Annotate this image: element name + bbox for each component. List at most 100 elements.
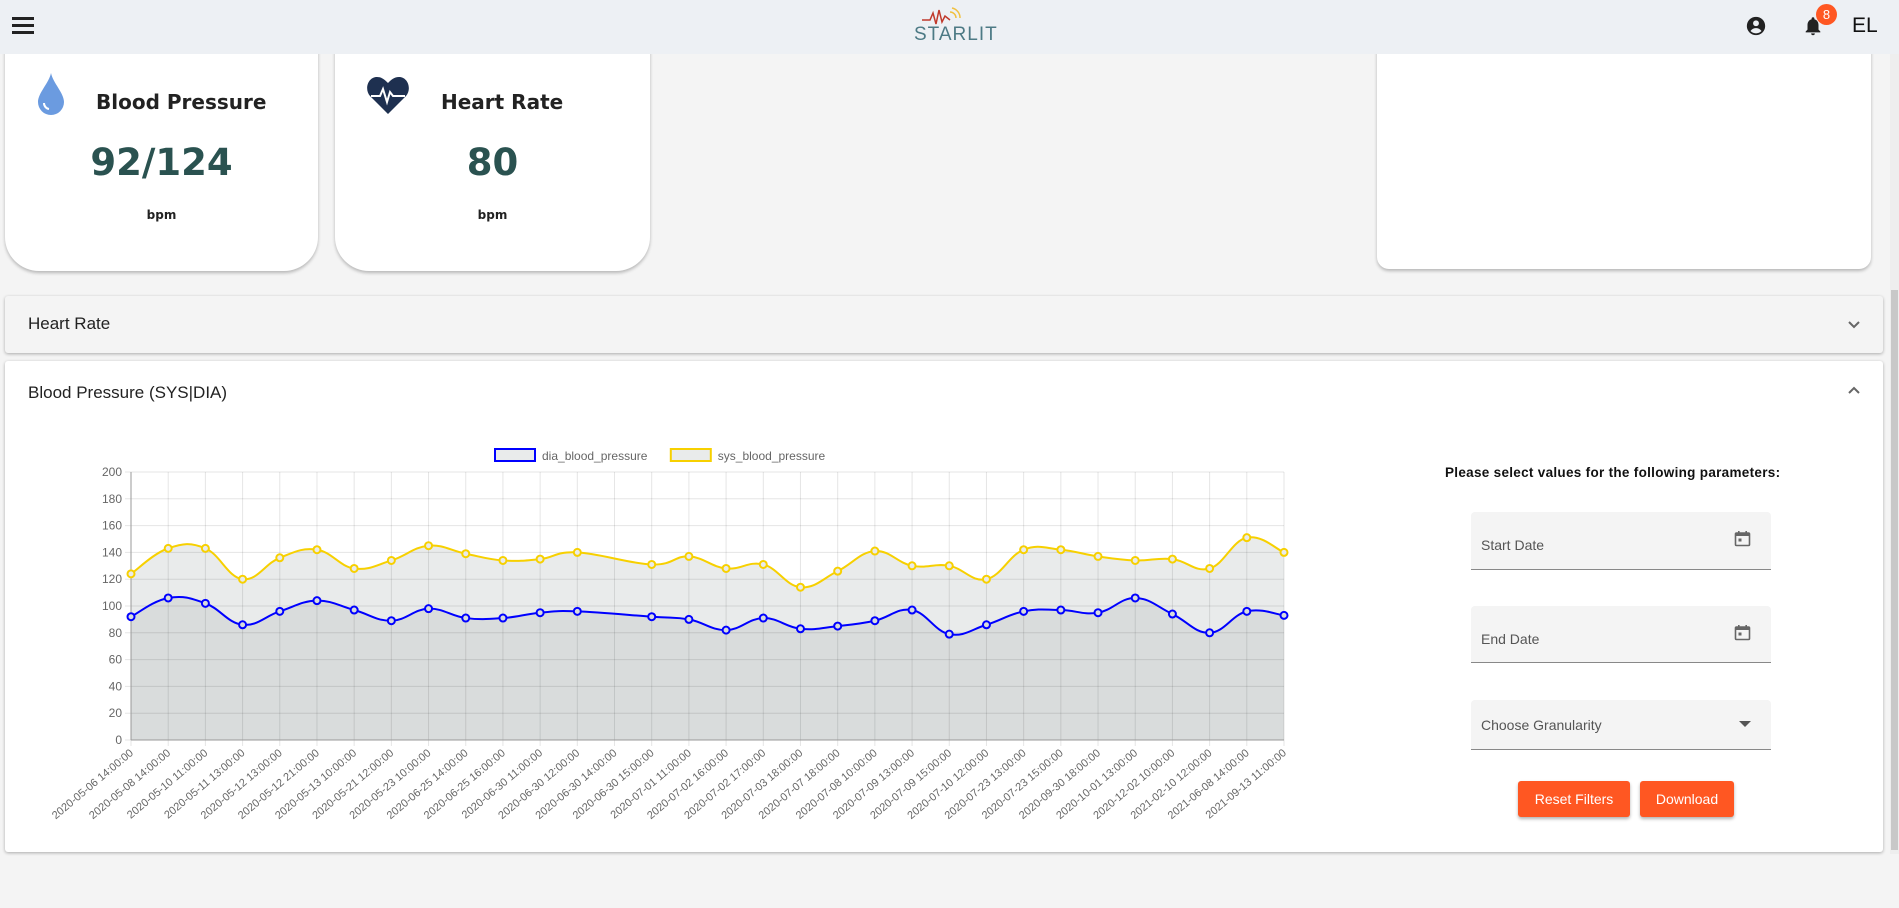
- data-point-dia_blood_pressure: [944, 629, 954, 639]
- data-point-dia_blood_pressure: [1242, 606, 1252, 616]
- data-point-sys_blood_pressure: [126, 569, 136, 579]
- y-tick-label: 120: [102, 572, 122, 586]
- data-point-sys_blood_pressure: [1130, 555, 1140, 565]
- data-point-sys_blood_pressure: [1056, 545, 1066, 555]
- y-tick-label: 0: [115, 733, 122, 747]
- y-tick-label: 100: [102, 599, 122, 613]
- params-title: Please select values for the following p…: [1445, 465, 1781, 480]
- data-point-sys_blood_pressure: [870, 546, 880, 556]
- data-point-sys_blood_pressure: [833, 566, 843, 576]
- data-point-dia_blood_pressure: [572, 606, 582, 616]
- top-app-bar: STARLIT 8 EL: [0, 0, 1899, 54]
- y-tick-label: 140: [102, 545, 122, 559]
- blood-pressure-chart: 0204060801001201401601802002020-05-06 14…: [50, 448, 1289, 822]
- data-point-sys_blood_pressure: [1205, 563, 1215, 573]
- chevron-down-icon[interactable]: [1847, 320, 1861, 330]
- granularity-label: Choose Granularity: [1481, 717, 1602, 733]
- heart-rate-accordion[interactable]: Heart Rate: [5, 296, 1883, 353]
- data-point-sys_blood_pressure: [386, 555, 396, 565]
- data-point-sys_blood_pressure: [572, 547, 582, 557]
- data-point-dia_blood_pressure: [535, 608, 545, 618]
- calendar-icon[interactable]: [1734, 530, 1751, 547]
- water-drop-icon: [38, 73, 64, 115]
- start-date-field[interactable]: Start Date: [1471, 512, 1771, 570]
- data-point-dia_blood_pressure: [870, 616, 880, 626]
- data-point-dia_blood_pressure: [758, 613, 768, 623]
- data-point-dia_blood_pressure: [1093, 608, 1103, 618]
- data-point-dia_blood_pressure: [461, 613, 471, 623]
- heart-rate-card: Heart Rate 80 bpm: [335, 40, 650, 271]
- data-point-sys_blood_pressure: [424, 541, 434, 551]
- empty-card: [1377, 40, 1871, 269]
- data-point-sys_blood_pressure: [721, 563, 731, 573]
- data-point-dia_blood_pressure: [1056, 605, 1066, 615]
- data-point-dia_blood_pressure: [386, 616, 396, 626]
- data-point-sys_blood_pressure: [981, 574, 991, 584]
- data-point-sys_blood_pressure: [200, 543, 210, 553]
- data-point-dia_blood_pressure: [1167, 609, 1177, 619]
- data-point-sys_blood_pressure: [1279, 547, 1289, 557]
- granularity-select[interactable]: Choose Granularity: [1471, 700, 1771, 750]
- user-initials[interactable]: EL: [1852, 14, 1878, 38]
- data-point-sys_blood_pressure: [163, 543, 173, 553]
- data-point-dia_blood_pressure: [833, 621, 843, 631]
- card-title: Heart Rate: [441, 90, 564, 114]
- legend-swatch: [669, 448, 712, 462]
- starlit-logo[interactable]: STARLIT: [900, 4, 997, 52]
- y-tick-label: 20: [109, 706, 123, 720]
- data-point-dia_blood_pressure: [1205, 628, 1215, 638]
- reset-filters-button[interactable]: Reset Filters: [1518, 781, 1630, 817]
- y-tick-label: 200: [102, 465, 122, 479]
- end-date-label: End Date: [1481, 631, 1540, 647]
- download-button[interactable]: Download: [1640, 781, 1734, 817]
- data-point-dia_blood_pressure: [1019, 606, 1029, 616]
- account-circle-icon[interactable]: [1745, 15, 1767, 37]
- y-tick-label: 60: [109, 653, 123, 667]
- end-date-field[interactable]: End Date: [1471, 606, 1771, 663]
- data-point-sys_blood_pressure: [312, 545, 322, 555]
- data-point-sys_blood_pressure: [795, 582, 805, 592]
- data-point-dia_blood_pressure: [238, 620, 248, 630]
- data-point-dia_blood_pressure: [200, 598, 210, 608]
- y-tick-label: 80: [109, 626, 123, 640]
- dropdown-arrow-icon: [1739, 721, 1751, 727]
- start-date-label: Start Date: [1481, 537, 1545, 553]
- data-point-dia_blood_pressure: [1279, 610, 1289, 620]
- data-point-sys_blood_pressure: [684, 551, 694, 561]
- data-point-dia_blood_pressure: [349, 605, 359, 615]
- data-point-sys_blood_pressure: [758, 559, 768, 569]
- data-point-dia_blood_pressure: [498, 613, 508, 623]
- legend-swatch: [494, 448, 536, 462]
- data-point-dia_blood_pressure: [981, 620, 991, 630]
- card-value: 80: [466, 141, 519, 184]
- notification-badge[interactable]: 8: [1816, 4, 1837, 25]
- accordion-title[interactable]: Blood Pressure (SYS|DIA): [28, 383, 227, 403]
- card-value: 92/124: [90, 141, 233, 184]
- data-point-dia_blood_pressure: [1130, 593, 1140, 603]
- data-point-dia_blood_pressure: [721, 625, 731, 635]
- chevron-up-icon[interactable]: [1847, 385, 1861, 395]
- data-point-sys_blood_pressure: [461, 549, 471, 559]
- scrollbar-thumb[interactable]: [1891, 290, 1898, 850]
- y-tick-label: 160: [102, 519, 122, 533]
- calendar-icon[interactable]: [1734, 624, 1751, 641]
- card-unit: bpm: [477, 208, 508, 222]
- data-point-dia_blood_pressure: [312, 596, 322, 606]
- y-tick-label: 40: [109, 679, 123, 693]
- data-point-sys_blood_pressure: [1019, 545, 1029, 555]
- data-point-sys_blood_pressure: [498, 555, 508, 565]
- data-point-dia_blood_pressure: [126, 612, 136, 622]
- card-title: Blood Pressure: [96, 90, 267, 114]
- data-point-sys_blood_pressure: [275, 553, 285, 563]
- y-tick-label: 180: [102, 492, 122, 506]
- data-point-sys_blood_pressure: [647, 559, 657, 569]
- data-point-sys_blood_pressure: [1167, 554, 1177, 564]
- heart-pulse-icon: [367, 77, 409, 114]
- menu-icon[interactable]: [12, 17, 34, 35]
- data-point-sys_blood_pressure: [349, 563, 359, 573]
- data-point-sys_blood_pressure: [1093, 551, 1103, 561]
- data-point-dia_blood_pressure: [684, 614, 694, 624]
- blood-pressure-card: Blood Pressure 92/124 bpm: [5, 40, 318, 271]
- data-point-dia_blood_pressure: [163, 593, 173, 603]
- data-point-dia_blood_pressure: [275, 606, 285, 616]
